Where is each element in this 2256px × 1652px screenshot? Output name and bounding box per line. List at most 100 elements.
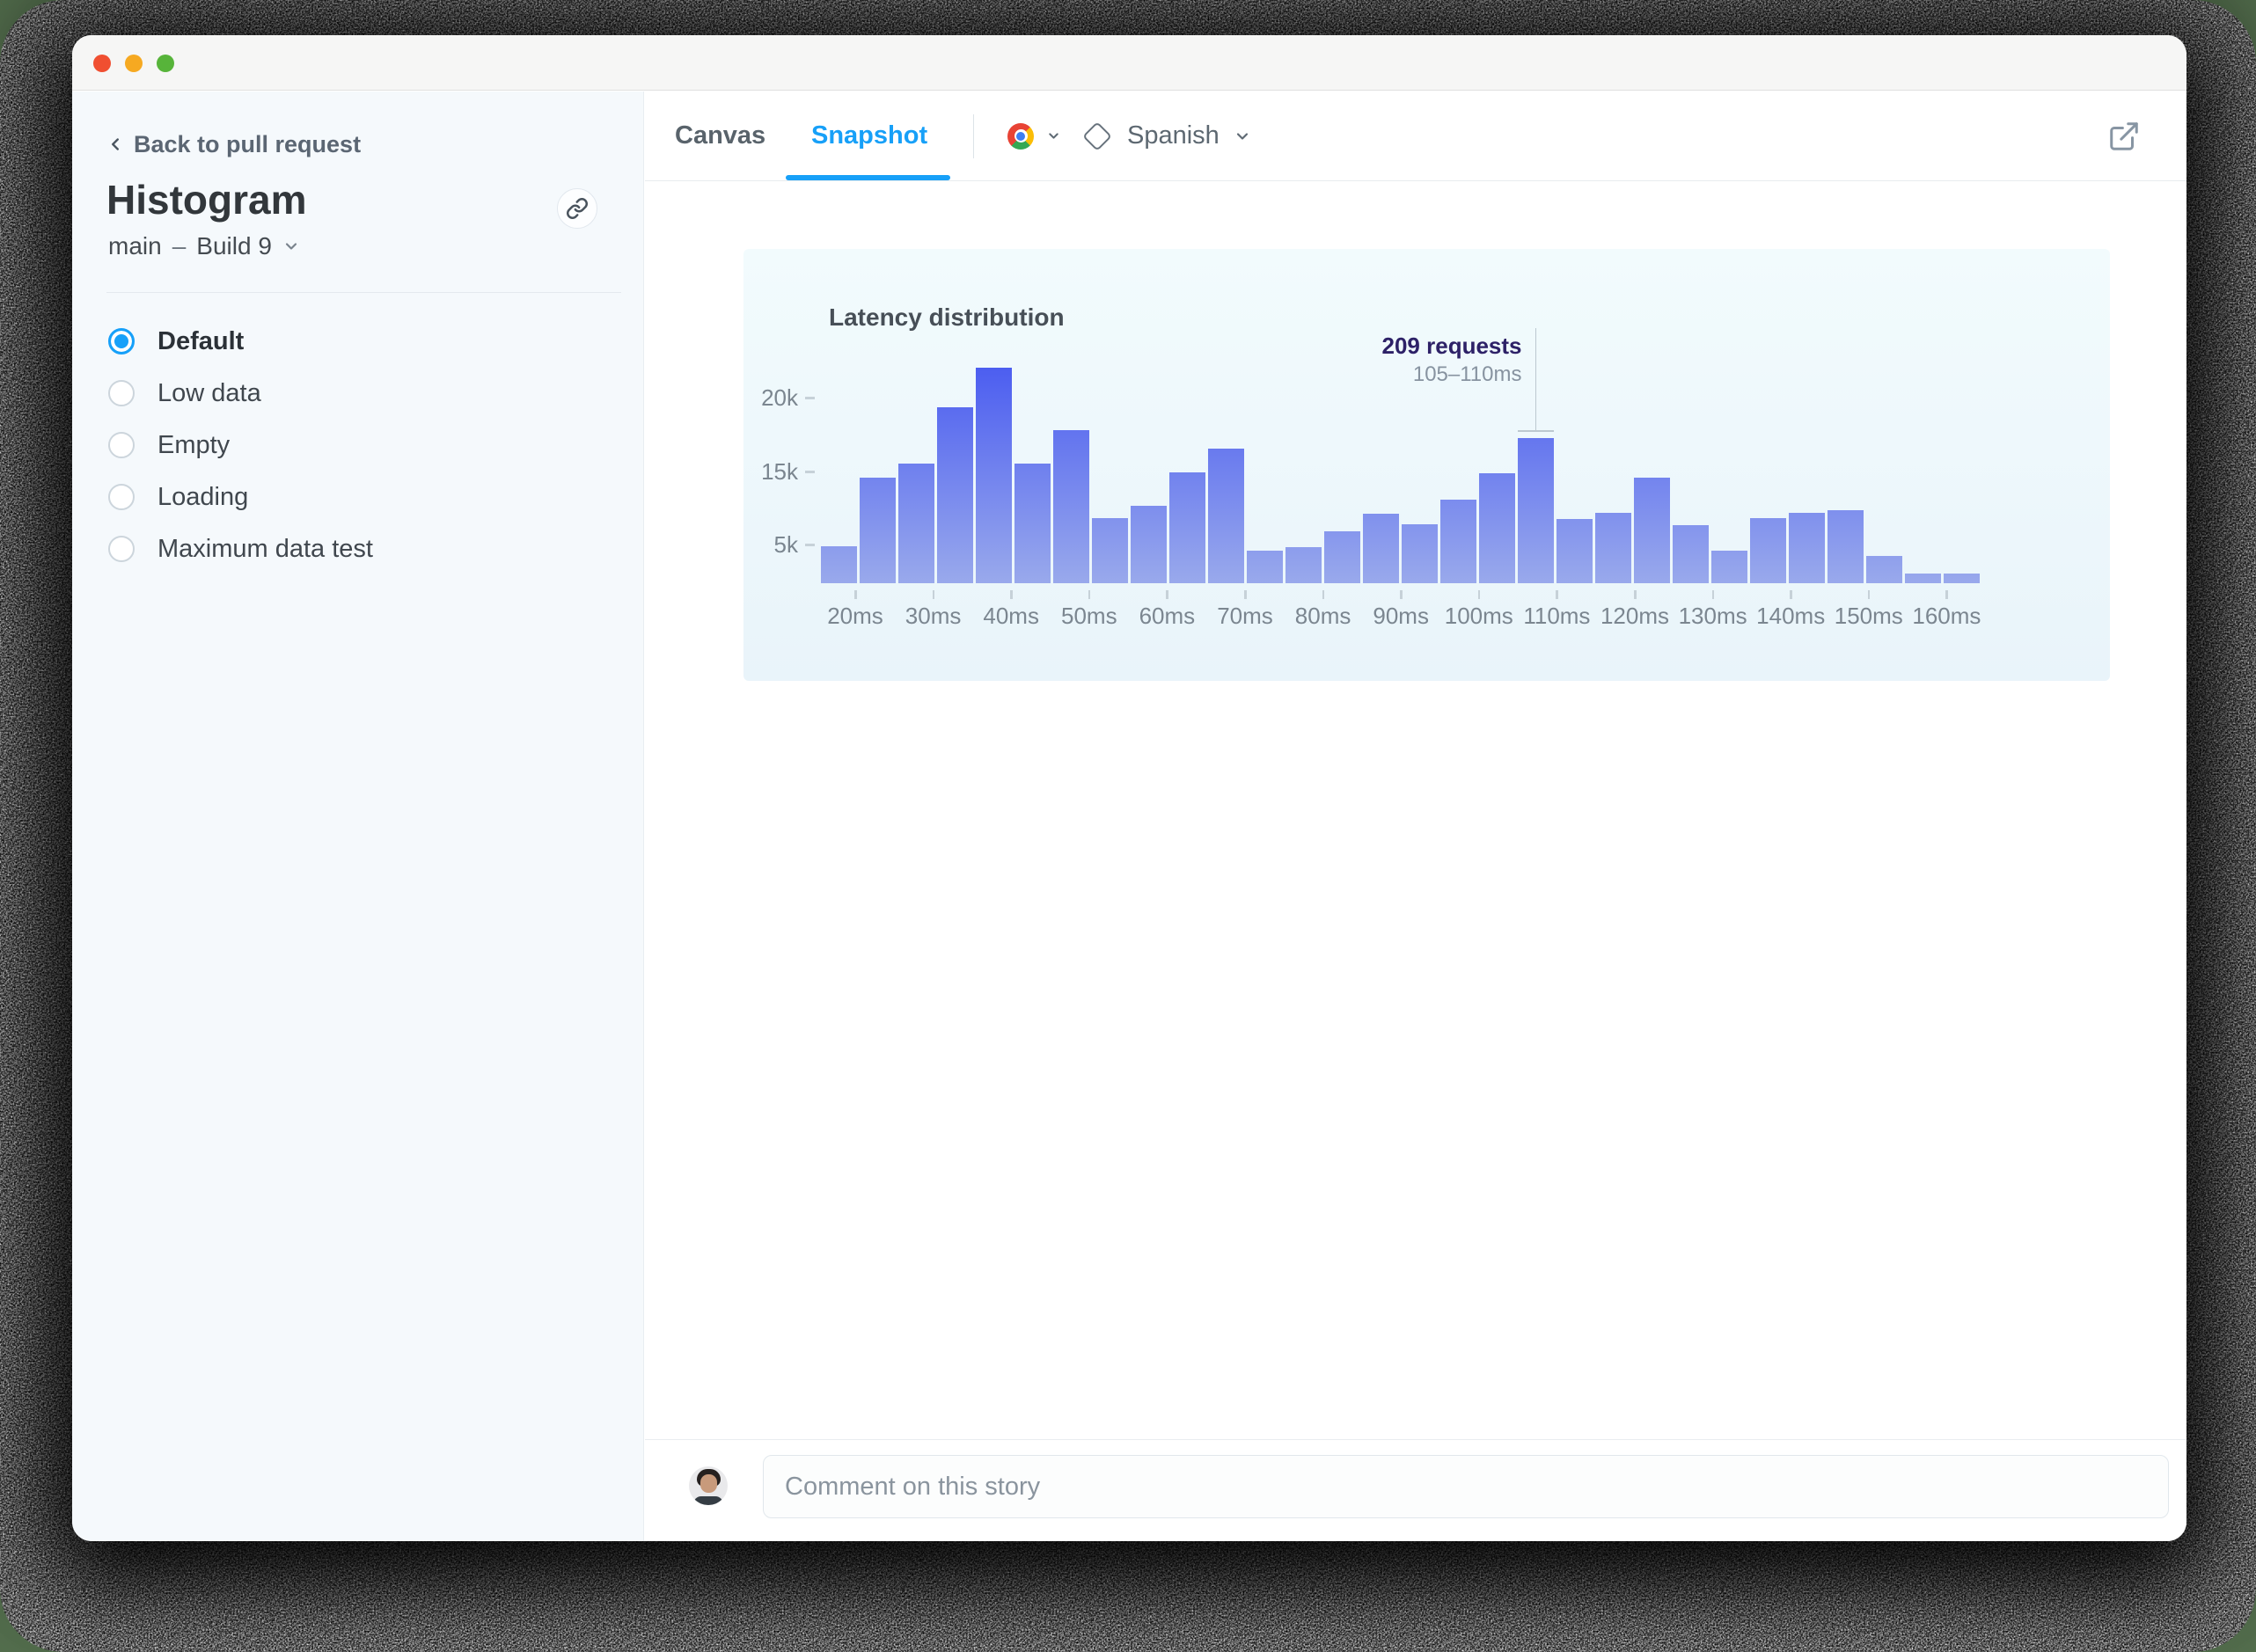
close-window-button[interactable] — [93, 55, 111, 72]
x-axis-tick — [1867, 590, 1871, 599]
diamond-icon — [1082, 121, 1112, 151]
histogram-bar[interactable] — [1014, 464, 1051, 583]
histogram-bar[interactable] — [1285, 547, 1322, 583]
open-external-button[interactable] — [2107, 117, 2146, 156]
histogram-bar[interactable] — [1208, 449, 1244, 583]
page-title: Histogram — [106, 177, 307, 223]
story-item-default[interactable]: Default — [108, 325, 617, 357]
story-item-label: Loading — [157, 482, 249, 511]
histogram-bar[interactable] — [1053, 430, 1089, 583]
x-axis-tick — [932, 590, 935, 599]
x-axis-tick — [1322, 590, 1325, 599]
tab-snapshot[interactable]: Snapshot — [811, 91, 927, 180]
radio-icon — [108, 536, 135, 562]
histogram-bar[interactable] — [1750, 518, 1786, 583]
histogram-bar[interactable] — [1595, 513, 1631, 583]
story-item-maximum-data-test[interactable]: Maximum data test — [108, 533, 617, 565]
x-axis-tick — [1244, 590, 1247, 599]
x-axis-tick — [1477, 590, 1481, 599]
toolbar: Canvas Snapshot Spanish — [645, 91, 2186, 181]
browser-selector[interactable] — [1007, 91, 1061, 180]
tab-canvas[interactable]: Canvas — [675, 91, 765, 180]
histogram-bar[interactable] — [1556, 519, 1593, 583]
histogram-bar[interactable] — [898, 464, 934, 583]
story-item-low-data[interactable]: Low data — [108, 377, 617, 409]
branch-build-separator: – — [172, 232, 187, 259]
x-axis-tick — [1556, 590, 1558, 599]
build-selector[interactable]: main – Build 9 — [108, 232, 300, 260]
histogram-bar[interactable] — [1634, 478, 1670, 583]
radio-icon — [108, 380, 135, 406]
chrome-icon — [1007, 122, 1034, 150]
y-axis-tick-label: 20k — [761, 384, 798, 411]
radio-selected-icon — [108, 328, 135, 355]
tooltip-range: 105–110ms — [1412, 362, 1522, 386]
histogram-bar[interactable] — [1673, 525, 1709, 583]
x-axis-tick-label: 160ms — [1912, 603, 1981, 629]
histogram-bar[interactable] — [1866, 556, 1902, 583]
language-selector[interactable]: Spanish — [1081, 91, 1251, 180]
link-icon — [567, 198, 588, 219]
sidebar: Back to pull request Histogram main – Bu… — [72, 91, 644, 1541]
histogram-bar[interactable] — [1169, 472, 1205, 583]
histogram-plot: 20k 15k 5k 20ms 30ms 40ms 50ms 60ms 70ms 80ms 90ms… — [743, 249, 2110, 681]
comment-footer — [645, 1439, 2186, 1541]
back-link-label: Back to pull request — [134, 130, 362, 157]
branch-label: main — [108, 232, 162, 259]
radio-icon — [108, 432, 135, 458]
app-window: Back to pull request Histogram main – Bu… — [72, 35, 2186, 1541]
histogram-bar[interactable] — [860, 478, 896, 583]
histogram-bar[interactable] — [1711, 551, 1747, 583]
histogram-bar[interactable] — [1363, 514, 1399, 583]
x-axis-tick — [1088, 590, 1091, 599]
histogram-bar[interactable] — [1905, 574, 1941, 583]
x-axis-tick — [1711, 590, 1715, 599]
story-item-label: Maximum data test — [157, 534, 373, 563]
back-link[interactable]: Back to pull request — [106, 128, 361, 160]
histogram-bar[interactable] — [1518, 438, 1554, 583]
histogram-bar[interactable] — [1440, 500, 1476, 583]
external-link-icon — [2110, 122, 2138, 150]
histogram-bar[interactable] — [1789, 513, 1825, 583]
histogram-bar[interactable] — [1092, 518, 1128, 583]
zoom-window-button[interactable] — [157, 55, 174, 72]
chevron-down-icon — [1236, 132, 1248, 140]
y-axis-tick-label: 15k — [761, 458, 798, 485]
comment-input[interactable] — [763, 1455, 2169, 1518]
story-item-label: Default — [157, 326, 245, 355]
histogram-bar[interactable] — [1324, 531, 1360, 583]
story-item-label: Empty — [157, 430, 231, 459]
tooltip-value: 209 requests — [1381, 333, 1522, 359]
story-item-empty[interactable]: Empty — [108, 429, 617, 461]
build-label: Build 9 — [196, 232, 272, 259]
histogram-bar[interactable] — [937, 407, 973, 583]
histogram-bar[interactable] — [1402, 524, 1438, 583]
x-axis-tick — [1400, 590, 1403, 599]
histogram-bar[interactable] — [1131, 506, 1167, 583]
toolbar-divider — [973, 114, 974, 158]
histogram-bar[interactable] — [1247, 551, 1283, 583]
histogram-bar[interactable] — [821, 546, 857, 583]
radio-icon — [108, 484, 135, 510]
minimize-window-button[interactable] — [125, 55, 143, 72]
histogram-bar[interactable] — [1944, 574, 1980, 583]
story-item-loading[interactable]: Loading — [108, 481, 617, 513]
y-axis-tick-label: 5k — [773, 531, 798, 558]
story-item-label: Low data — [157, 378, 261, 407]
main-panel: Canvas Snapshot Spanish Latency distribu… — [645, 91, 2186, 1541]
active-tab-underline — [786, 175, 950, 180]
user-avatar — [689, 1466, 728, 1505]
x-axis-tick — [1634, 590, 1637, 599]
y-axis-tick — [805, 397, 815, 399]
language-label: Spanish — [1127, 121, 1220, 150]
x-axis-tick — [1790, 590, 1792, 599]
chevron-down-icon — [285, 243, 297, 250]
story-list: Default Low data Empty Loading Maximum d… — [108, 325, 617, 585]
histogram-bar[interactable] — [1479, 473, 1515, 583]
copy-link-button[interactable] — [557, 188, 597, 229]
x-axis-tick — [1166, 590, 1168, 599]
y-axis-tick — [805, 471, 815, 473]
chevron-down-icon — [1049, 133, 1058, 139]
histogram-bar[interactable] — [976, 368, 1012, 583]
histogram-bar[interactable] — [1828, 510, 1864, 583]
